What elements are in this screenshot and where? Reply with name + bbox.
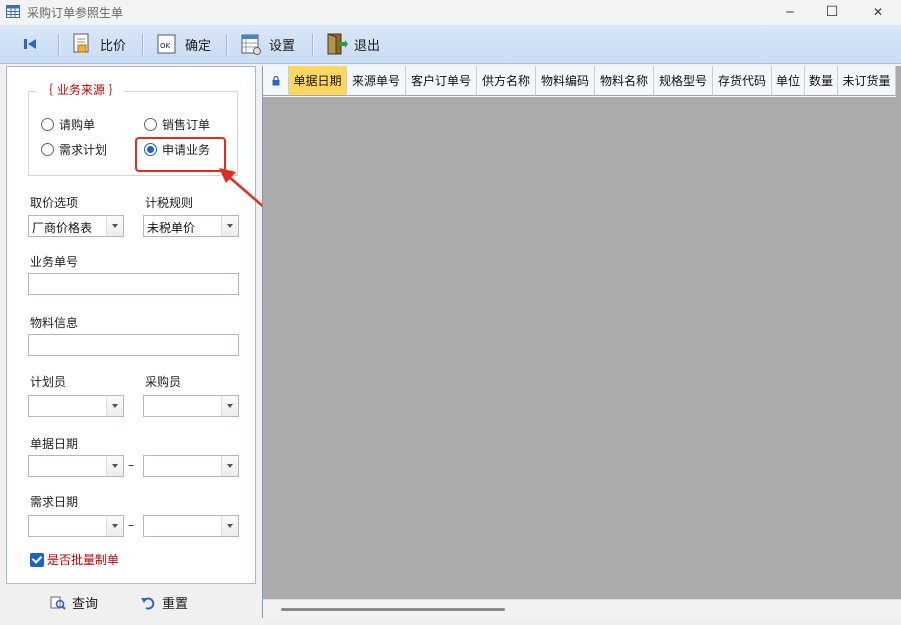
column-header-unit[interactable]: 单位 [772, 66, 805, 96]
query-label: 查询 [72, 597, 99, 612]
column-header-material-name[interactable]: 物料名称 [595, 66, 654, 96]
column-header-quantity[interactable]: 数量 [805, 66, 838, 96]
data-grid[interactable]: 单据日期 来源单号 客户订单号 供方名称 物料编码 物料名称 规格型号 存货代码… [262, 66, 901, 619]
grid-header: 单据日期 来源单号 客户订单号 供方名称 物料编码 物料名称 规格型号 存货代码… [263, 66, 896, 97]
lock-column-header[interactable] [263, 66, 289, 96]
query-button[interactable]: 查询 [50, 593, 98, 612]
horizontal-scrollbar[interactable] [263, 599, 901, 619]
lock-icon [272, 75, 279, 85]
reset-label: 重置 [162, 597, 189, 612]
bottom-actions: 查询 重置 [6, 586, 256, 620]
column-header-doc-date[interactable]: 单据日期 [289, 66, 347, 96]
column-header-customer-order[interactable]: 客户订单号 [406, 66, 477, 96]
column-header-inventory-code[interactable]: 存货代码 [713, 66, 772, 96]
search-icon [50, 596, 66, 610]
column-header-material-code[interactable]: 物料编码 [536, 66, 595, 96]
column-header-spec[interactable]: 规格型号 [654, 66, 713, 96]
column-header-supplier[interactable]: 供方名称 [477, 66, 536, 96]
scrollbar-thumb[interactable] [281, 608, 505, 611]
undo-icon [141, 597, 155, 610]
column-header-source-no[interactable]: 来源单号 [347, 66, 406, 96]
reset-button[interactable]: 重置 [140, 593, 188, 612]
column-header-unordered-qty[interactable]: 未订货量 [838, 66, 896, 96]
